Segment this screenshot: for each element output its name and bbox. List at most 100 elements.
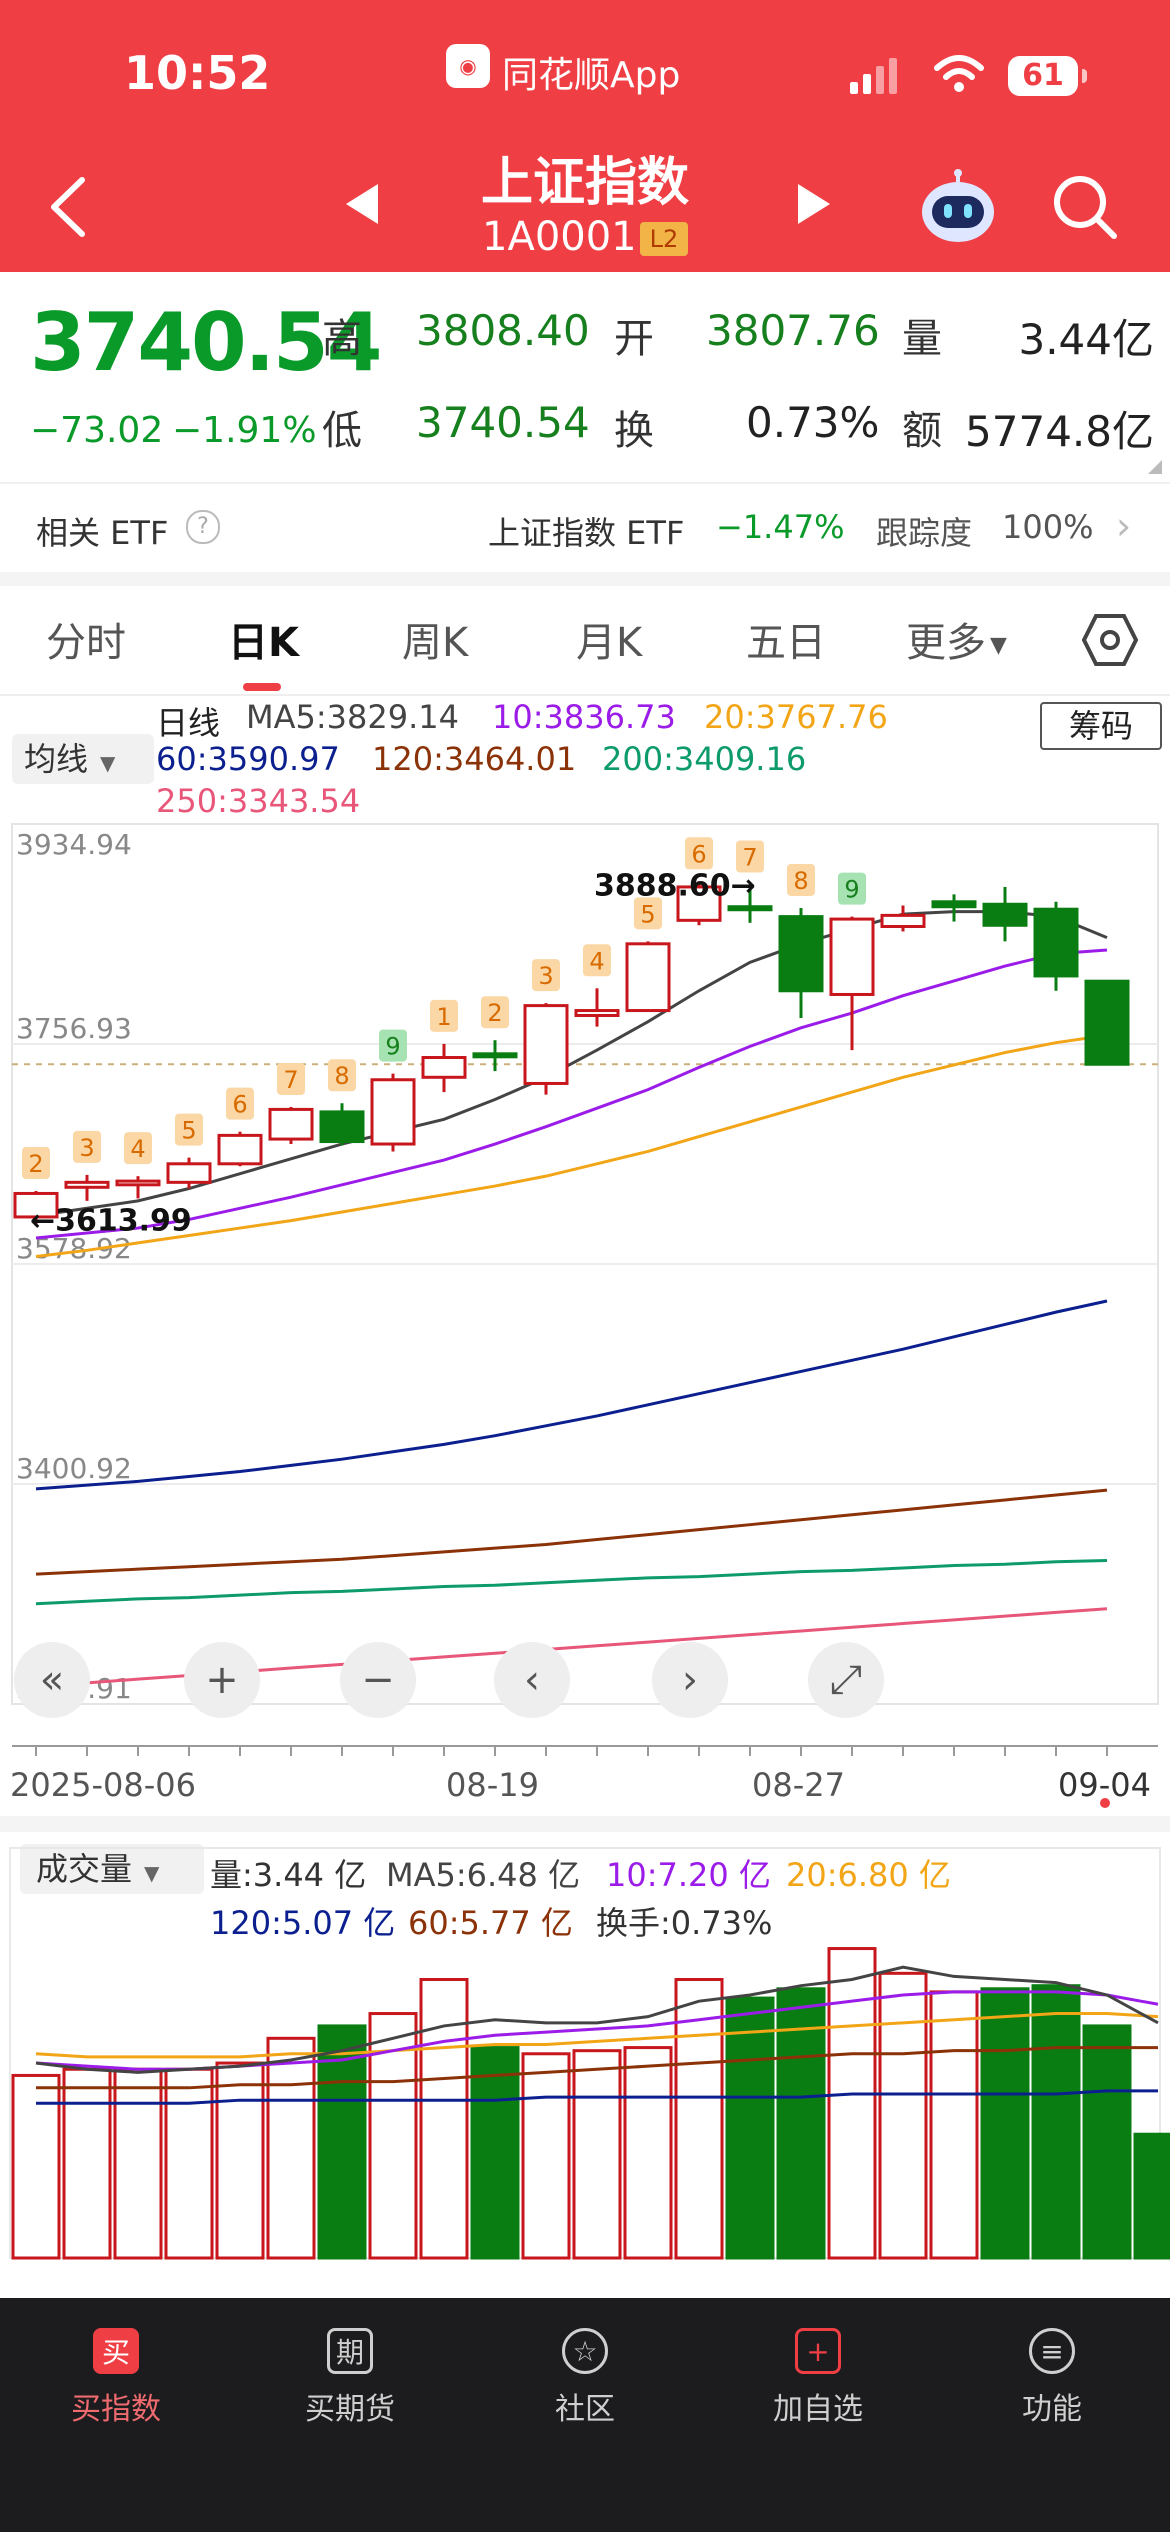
candle-down	[931, 900, 977, 909]
wifi-icon	[934, 55, 984, 92]
index-code: 1A0001	[482, 214, 637, 260]
kline-chart[interactable]: 3934.943756.933578.923400.923222.9123456…	[0, 820, 1170, 1800]
candle-up	[829, 917, 875, 996]
volume-bar-down	[725, 1996, 775, 2260]
nav-buy-futures[interactable]: 期 买期货	[270, 2328, 430, 2428]
volume-bar-up	[521, 2052, 571, 2260]
y-axis-label: 3756.93	[16, 1012, 132, 1045]
ma60-legend: 60:3590.97	[156, 740, 340, 778]
ma20-line	[35, 1033, 1108, 1258]
section-gap	[0, 572, 1170, 586]
price-change: −73.02	[30, 410, 164, 451]
td-count-label: 7	[283, 1066, 298, 1094]
candle-up	[574, 1009, 620, 1017]
td-count-label: 3	[538, 962, 553, 990]
candle-up	[64, 1180, 110, 1189]
td-count-label: 1	[436, 1003, 451, 1031]
zoom-out-button[interactable]: −	[340, 1642, 416, 1718]
futures-icon: 期	[327, 2328, 373, 2374]
rewind-button[interactable]: «	[14, 1642, 90, 1718]
candle-up	[421, 1056, 467, 1079]
high-value: 3808.40	[416, 306, 590, 355]
ma200-legend: 200:3409.16	[602, 740, 807, 778]
nav-buy-index[interactable]: 买 买指数	[36, 2328, 196, 2428]
td-count-label: 8	[334, 1062, 349, 1090]
help-icon[interactable]: ?	[186, 510, 220, 544]
zoom-in-button[interactable]: +	[184, 1642, 260, 1718]
y-axis-label: 3934.94	[16, 828, 132, 861]
etf-row[interactable]: 相关 ETF ? 上证指数 ETF −1.47% 跟踪度 100% ›	[0, 484, 1170, 572]
volume-label: 量	[902, 316, 942, 362]
bottom-navigation: 买 买指数 期 买期货 ☆ 社区 + 加自选 ≡ 功能	[0, 2298, 1170, 2532]
nav-functions-label: 功能	[1022, 2392, 1082, 2427]
chevron-right-icon[interactable]: ›	[1116, 504, 1131, 548]
volume-bar-down	[1031, 1984, 1081, 2260]
nav-add-watchlist-label: 加自选	[773, 2392, 863, 2427]
low-label: 低	[322, 408, 362, 454]
nav-community[interactable]: ☆ 社区	[505, 2328, 665, 2428]
ma120-line	[35, 1488, 1108, 1576]
volume-bar-up	[266, 2036, 316, 2260]
app-logo-icon: ◉	[446, 44, 490, 88]
td-count-label: 3	[79, 1134, 94, 1162]
search-icon[interactable]	[1052, 174, 1118, 240]
tab-more[interactable]: 更多 ▼	[906, 610, 1007, 668]
nav-functions[interactable]: ≡ 功能	[972, 2328, 1132, 2428]
candle-up	[625, 942, 671, 1013]
x-label-0827: 08-27	[752, 1766, 845, 1804]
indicator-select-value: 均线	[24, 740, 89, 778]
ma20-legend: 20:3767.76	[704, 698, 888, 736]
x-label-0819: 08-19	[446, 1766, 539, 1804]
nav-community-label: 社区	[555, 2392, 615, 2427]
tab-more-label: 更多	[906, 620, 986, 666]
caret-down-icon: ▼	[990, 632, 1007, 658]
volume-bar-up	[929, 1990, 979, 2260]
level2-badge: L2	[640, 222, 688, 256]
today-dot	[1100, 1798, 1110, 1808]
volume-value: 3.44亿	[1018, 315, 1154, 364]
price-change-pct: −1.91%	[172, 410, 317, 451]
tab-intraday[interactable]: 分时	[46, 610, 126, 668]
community-star-icon: ☆	[562, 2328, 608, 2374]
volume-bar-up	[878, 1971, 928, 2260]
tab-monthly-k[interactable]: 月K	[576, 610, 642, 668]
robot-assistant-icon[interactable]	[918, 168, 998, 244]
ma250-legend: 250:3343.54	[156, 782, 361, 820]
divider	[0, 694, 1170, 696]
tab-weekly-k[interactable]: 周K	[402, 610, 468, 668]
ma60-line	[35, 1299, 1108, 1491]
settings-hexagon-icon[interactable]	[1082, 614, 1138, 666]
candle-down	[472, 1052, 518, 1059]
track-label: 跟踪度	[876, 514, 973, 552]
candle-up	[268, 1107, 314, 1141]
chips-button[interactable]: 筹码	[1040, 702, 1162, 750]
next-stock-icon[interactable]	[796, 182, 832, 226]
volume-bar-up	[572, 2049, 622, 2260]
ma10-line	[35, 948, 1108, 1240]
td-count-label: 2	[487, 999, 502, 1027]
nav-add-watchlist[interactable]: + 加自选	[738, 2328, 898, 2428]
td-count-label: 8	[793, 867, 808, 895]
amount-value: 5774.8亿	[965, 407, 1154, 456]
line-type-label: 日线	[156, 704, 221, 742]
status-time: 10:52	[124, 46, 271, 100]
ma5-legend: MA5:3829.14	[246, 698, 459, 736]
candle-up	[880, 913, 926, 929]
scroll-left-button[interactable]: ‹	[494, 1642, 570, 1718]
x-label-start: 2025-08-06	[10, 1766, 196, 1804]
scroll-right-button[interactable]: ›	[652, 1642, 728, 1718]
td-count-label: 9	[844, 876, 859, 904]
volume-chart[interactable]: 4.43亿	[0, 1830, 1170, 2270]
volume-bar-down	[1133, 2132, 1170, 2260]
expand-corner-icon[interactable]	[1148, 460, 1162, 474]
tab-five-day[interactable]: 五日	[746, 610, 826, 668]
candle-down	[727, 905, 773, 912]
td-count-label: 9	[385, 1033, 400, 1061]
ma120-legend: 120:3464.01	[372, 740, 577, 778]
indicator-select[interactable]: 均线 ▼	[12, 734, 154, 784]
fullscreen-button[interactable]: ⤢	[808, 1642, 884, 1718]
td-count-label: 4	[589, 947, 604, 975]
turnover-label: 换	[614, 408, 654, 454]
min-price-marker: ←3613.99	[30, 1204, 192, 1239]
tab-daily-k[interactable]: 日K	[228, 610, 299, 668]
